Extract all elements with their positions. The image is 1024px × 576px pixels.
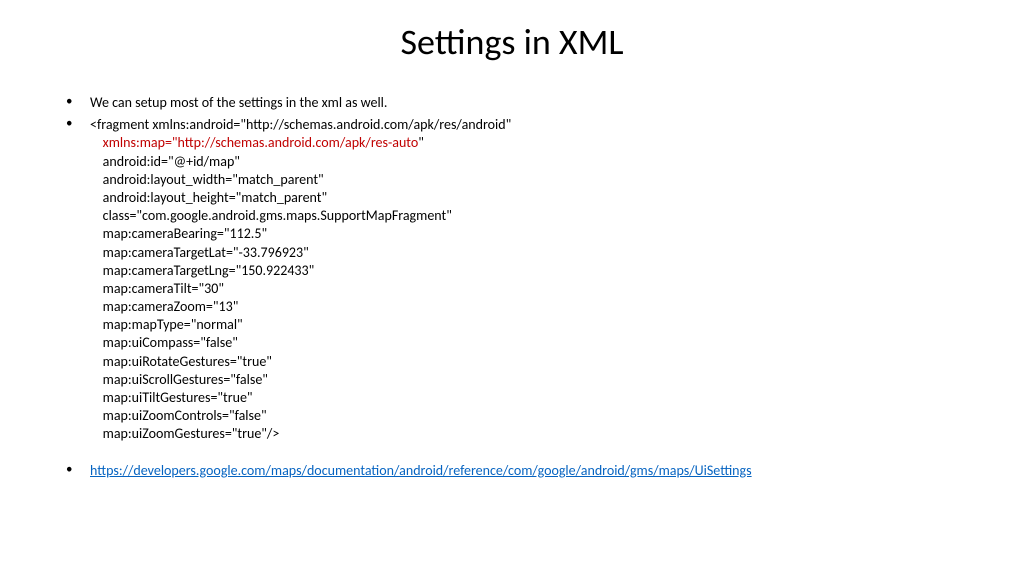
code-line-highlight: xmlns:map="http://schemas.android.com/ap… <box>90 134 964 152</box>
bullet-intro: • We can setup most of the settings in t… <box>60 94 964 112</box>
bullet-marker: • <box>60 94 90 112</box>
slide-container: Settings in XML • We can setup most of t… <box>0 0 1024 514</box>
bullet-text-intro: We can setup most of the settings in the… <box>90 94 964 112</box>
slide-content: • We can setup most of the settings in t… <box>60 94 964 480</box>
bullet-link: • https://developers.google.com/maps/doc… <box>60 462 964 480</box>
code-highlight-span: xmlns:map="http://schemas.android.com/ap… <box>103 134 419 151</box>
reference-link[interactable]: https://developers.google.com/maps/docum… <box>90 462 752 479</box>
spacer <box>60 448 964 462</box>
bullet-marker: • <box>60 116 90 443</box>
bullet-text-code: <fragment xmlns:android="http://schemas.… <box>90 116 964 443</box>
bullet-marker: • <box>60 462 90 480</box>
code-line-1: <fragment xmlns:android="http://schemas.… <box>90 116 964 134</box>
bullet-code: • <fragment xmlns:android="http://schema… <box>60 116 964 443</box>
code-highlight-end: " <box>418 134 424 151</box>
bullet-text-link: https://developers.google.com/maps/docum… <box>90 462 964 480</box>
slide-title: Settings in XML <box>60 20 964 64</box>
code-rest: android:id="@+id/map" android:layout_wid… <box>90 153 964 444</box>
